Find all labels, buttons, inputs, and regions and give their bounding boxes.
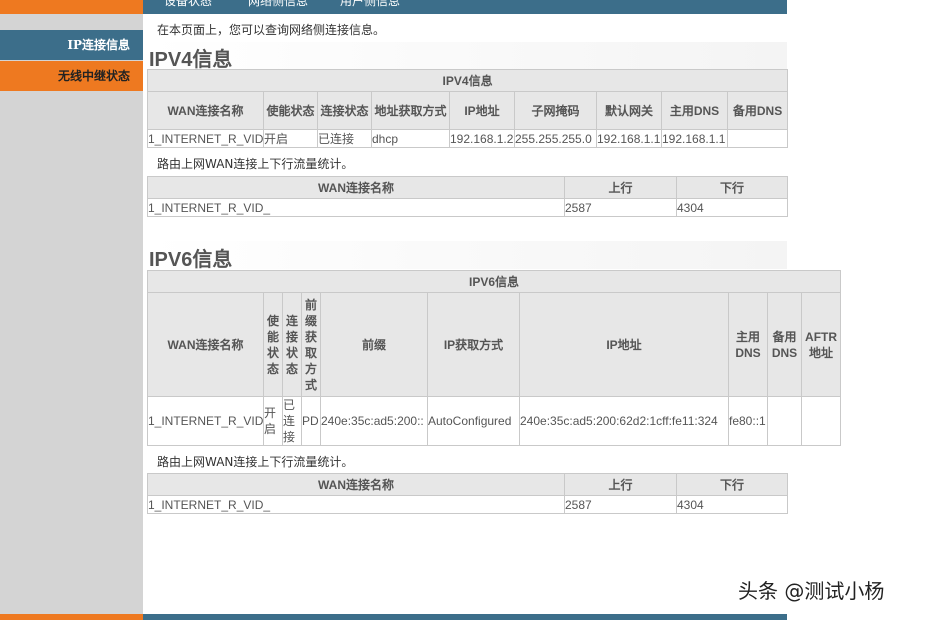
tab-device-status[interactable]: 设备状态: [164, 0, 212, 8]
column-header: 使能状态: [263, 91, 318, 130]
table-row: 1_INTERNET_R_VID_ 开启 已连接 PD 240e:35c:ad5…: [147, 396, 842, 446]
column-header: WAN连接名称: [147, 292, 264, 397]
table-cell: 240e:35c:ad5:200:62d2:1cff:fe11:324: [519, 396, 729, 446]
table-row: 1_INTERNET_R_VID_ 2587 4304: [147, 495, 788, 514]
table-cell: 开启: [263, 396, 283, 446]
column-header: 连接状态: [317, 91, 372, 130]
column-header: IP地址: [449, 91, 515, 130]
ipv4-heading: IPV4信息: [149, 49, 233, 71]
ipv6-heading: IPV6信息: [149, 249, 233, 271]
column-header: 主用DNS: [661, 91, 728, 130]
column-header: 下行: [676, 176, 788, 199]
watermark: 头条 @测试小杨: [738, 579, 885, 603]
column-header: 前缀: [320, 292, 428, 397]
table-cell: 1_INTERNET_R_VID_: [147, 396, 264, 446]
ipv6-table-caption: IPV6信息: [146, 270, 842, 293]
table-row: 1_INTERNET_R_VID_ 开启 已连接 dhcp 192.168.1.…: [147, 129, 789, 148]
table-cell: 开启: [263, 129, 318, 148]
sidebar-item-wireless-relay[interactable]: 无线中继状态: [0, 61, 143, 91]
ipv6-heading-band: [147, 241, 787, 269]
column-header: 下行: [676, 473, 788, 496]
table-cell: 2587: [564, 495, 677, 514]
ipv6-traffic-note: 路由上网WAN连接上下行流量统计。: [157, 455, 354, 469]
column-header: IP地址: [519, 292, 729, 397]
table-cell: 1_INTERNET_R_VID_: [147, 495, 565, 514]
table-cell: 2587: [564, 198, 677, 217]
ipv4-traffic-table: WAN连接名称 上行 下行 1_INTERNET_R_VID_ 2587 430…: [147, 176, 788, 217]
table-cell: fe80::1: [728, 396, 768, 446]
bottom-bar: [143, 614, 787, 620]
column-header: 默认网关: [596, 91, 662, 130]
page-description: 在本页面上，您可以查询网络侧连接信息。: [157, 23, 386, 37]
column-header: IP获取方式: [427, 292, 520, 397]
table-cell: 1_INTERNET_R_VID_: [147, 129, 264, 148]
sidebar-bottom-stripe: [0, 614, 143, 620]
column-header: WAN连接名称: [147, 473, 565, 496]
table-cell: dhcp: [371, 129, 450, 148]
column-header: 子网掩码: [514, 91, 597, 130]
column-header: 地址获取方式: [371, 91, 450, 130]
ipv6-traffic-table: WAN连接名称 上行 下行 1_INTERNET_R_VID_ 2587 430…: [147, 473, 788, 514]
table-cell: 4304: [676, 495, 788, 514]
table-cell: AutoConfigured: [427, 396, 520, 446]
table-cell: 1_INTERNET_R_VID_: [147, 198, 565, 217]
column-header: 主用DNS: [728, 292, 768, 397]
sidebar-item-ip-connection[interactable]: IP连接信息: [0, 30, 143, 60]
top-nav-bar: 设备状态 网络侧信息 用户侧信息: [143, 0, 787, 14]
table-cell: 192.168.1.2: [449, 129, 515, 148]
tab-network-info[interactable]: 网络侧信息: [248, 0, 308, 8]
ipv4-table-caption: IPV4信息: [146, 69, 789, 92]
sidebar-top-stripe: [0, 0, 143, 14]
table-cell: [726, 129, 789, 148]
column-header: 上行: [564, 473, 677, 496]
table-cell: [800, 396, 842, 446]
table-cell: 192.168.1.1: [661, 129, 728, 148]
sidebar: IP连接信息 无线中继状态: [0, 0, 143, 620]
column-header: 连接状态: [282, 292, 302, 397]
ipv4-heading-band: [147, 42, 787, 70]
table-cell: 已连接: [317, 129, 372, 148]
column-header: 上行: [564, 176, 677, 199]
table-cell: [767, 396, 802, 446]
tab-user-info[interactable]: 用户侧信息: [340, 0, 400, 8]
table-cell: 192.168.1.1: [596, 129, 662, 148]
table-cell: 已连接: [282, 396, 302, 446]
column-header: 备用DNS: [726, 91, 789, 130]
column-header: WAN连接名称: [147, 91, 264, 130]
ipv4-traffic-note: 路由上网WAN连接上下行流量统计。: [157, 157, 354, 171]
ipv4-table: IPV4信息 WAN连接名称 使能状态 连接状态 地址获取方式 IP地址 子网掩…: [146, 69, 789, 148]
table-cell: 4304: [676, 198, 788, 217]
table-cell: 255.255.255.0: [514, 129, 597, 148]
column-header: 前缀获取方式: [301, 292, 321, 397]
table-row: 1_INTERNET_R_VID_ 2587 4304: [147, 198, 788, 217]
column-header: 使能状态: [263, 292, 283, 397]
column-header: AFTR地址: [800, 292, 842, 397]
table-cell: PD: [301, 396, 321, 446]
ipv6-table: IPV6信息 WAN连接名称 使能状态 连接状态 前缀获取方式 前缀 IP获取方…: [146, 270, 842, 446]
column-header: 备用DNS: [767, 292, 802, 397]
table-cell: 240e:35c:ad5:200::: [320, 396, 428, 446]
column-header: WAN连接名称: [147, 176, 565, 199]
